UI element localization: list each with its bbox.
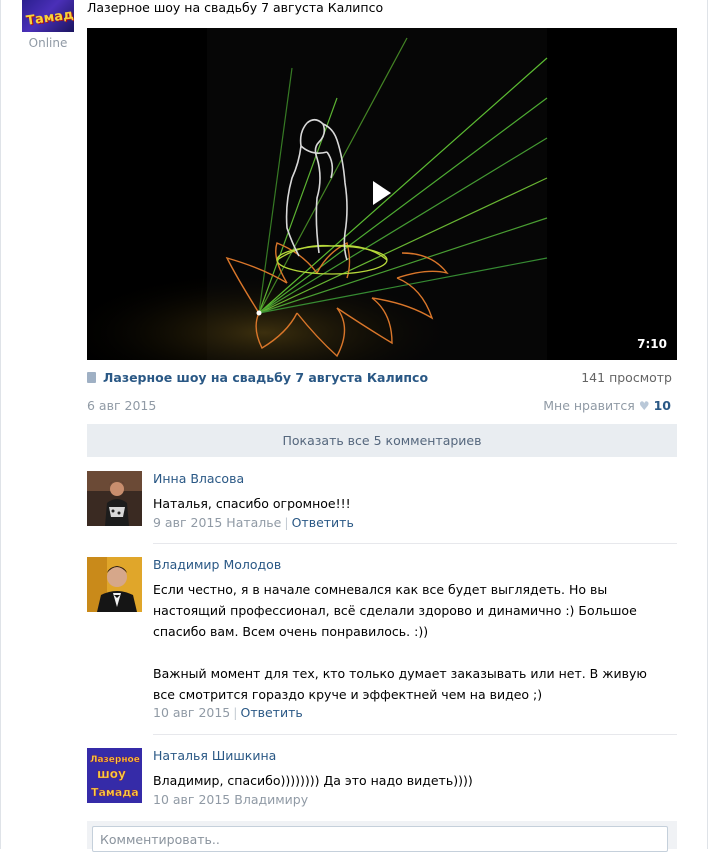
commenter-name[interactable]: Инна Власова: [153, 471, 244, 486]
comment-text: Если честно, я в начале сомневался как в…: [153, 582, 647, 702]
commenter-avatar[interactable]: [87, 471, 142, 526]
video-info-row: Лазерное шоу на свадьбу 7 августа Калипс…: [87, 370, 677, 386]
commenter-name[interactable]: Владимир Молодов: [153, 557, 281, 572]
reply-link[interactable]: Ответить: [240, 705, 302, 720]
comment-text: Наталья, спасибо огромное!!!: [153, 496, 351, 511]
reply-box: [87, 821, 677, 852]
frame-border-right: [707, 0, 708, 849]
meta-separator: |: [233, 705, 238, 720]
comment-meta: 10 авг 2015 Владимиру: [153, 792, 308, 807]
video-player[interactable]: 7:10: [87, 28, 677, 360]
view-count: 141 просмотр: [581, 370, 672, 385]
reply-to-name[interactable]: Владимиру: [234, 792, 308, 807]
comment-date[interactable]: 9 авг 2015: [153, 515, 222, 530]
commenter-photo: [87, 471, 142, 526]
comment-date[interactable]: 10 авг 2015: [153, 705, 230, 720]
video-duration: 7:10: [637, 337, 667, 351]
video-file-icon: [87, 372, 96, 383]
comment-divider: [153, 734, 677, 735]
avatar-logo-line-1: Лазерное: [90, 755, 140, 765]
post-date[interactable]: 6 авг 2015: [87, 398, 156, 413]
commenter-avatar[interactable]: Лазерное шоу Тамада: [87, 748, 142, 803]
comment-date[interactable]: 10 авг 2015: [153, 792, 230, 807]
avatar-logo-line-3: Тамада: [91, 786, 139, 799]
commenter-photo: Лазерное шоу Тамада: [87, 748, 142, 803]
play-icon[interactable]: [373, 181, 391, 205]
commenter-photo: [87, 557, 142, 612]
post-text: Лазерное шоу на свадьбу 7 августа Калипс…: [87, 0, 384, 15]
like-count: 10: [653, 398, 671, 413]
comment-meta: 9 авг 2015 Наталье | Ответить: [153, 515, 354, 530]
author-avatar[interactable]: Тамада: [22, 0, 74, 32]
comment-text: Владимир, спасибо)))))))) Да это надо ви…: [153, 773, 473, 788]
frame-border-left: [0, 0, 1, 849]
like-button[interactable]: Мне нравится ♥ 10: [543, 398, 671, 413]
commenter-name[interactable]: Наталья Шишкина: [153, 748, 276, 763]
reply-to-name[interactable]: Наталье: [226, 515, 281, 530]
show-all-comments-button[interactable]: Показать все 5 комментариев: [87, 424, 677, 457]
post-meta-row: 6 авг 2015 Мне нравится ♥ 10: [87, 398, 677, 414]
online-status: Online: [28, 36, 68, 50]
comment-input[interactable]: [92, 826, 668, 852]
reply-link[interactable]: Ответить: [292, 515, 354, 530]
commenter-avatar[interactable]: [87, 557, 142, 612]
comment-item: Лазерное шоу Тамада Наталья Шишкина Влад…: [87, 748, 677, 808]
heart-icon: ♥: [638, 398, 650, 413]
comment-meta: 10 авг 2015 | Ответить: [153, 705, 303, 720]
comment-item: Инна Власова Наталья, спасибо огромное!!…: [87, 471, 677, 531]
video-title-link[interactable]: Лазерное шоу на свадьбу 7 августа Калипс…: [103, 370, 428, 385]
avatar-logo-text: Тамада: [25, 6, 74, 29]
like-label: Мне нравится: [543, 398, 635, 413]
comment-item: Владимир Молодов Если честно, я в начале…: [87, 557, 677, 727]
comment-divider: [153, 543, 677, 544]
avatar-logo-line-2: шоу: [97, 767, 126, 781]
meta-separator: |: [284, 515, 289, 530]
